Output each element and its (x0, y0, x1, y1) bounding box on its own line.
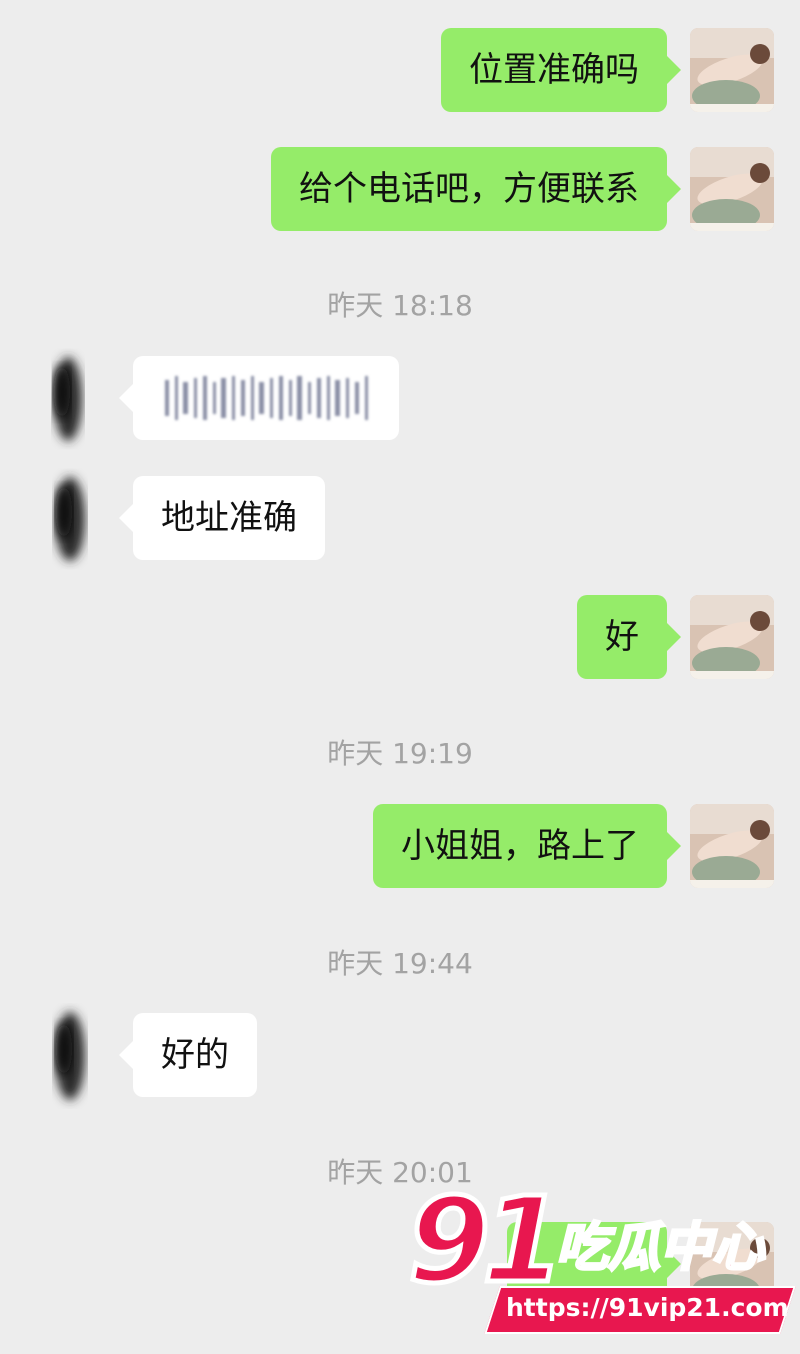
self-avatar[interactable] (690, 804, 774, 888)
blurred-avatar-icon (55, 477, 85, 561)
timestamp: 昨天 18:18 (327, 289, 473, 322)
timestamp: 昨天 19:19 (327, 737, 473, 770)
message-text: 好的 (161, 1035, 229, 1075)
self-avatar[interactable] (690, 28, 774, 112)
message-bubble-incoming[interactable]: 地址准确 (119, 476, 325, 560)
photo-avatar-icon (690, 595, 774, 679)
chat-window: 位置准确吗 给个电话吧，方便联系 昨天 18:18 地址准确 好 昨天 19:1… (0, 0, 800, 1354)
message-bubble-outgoing[interactable]: 小姐姐，路上了 (373, 804, 681, 888)
photo-avatar-icon (690, 147, 774, 231)
contact-avatar[interactable] (30, 464, 114, 574)
message-bubble-incoming[interactable]: 好的 (119, 1013, 257, 1097)
message-text: 小姐姐，路上了 (401, 826, 639, 866)
contact-avatar[interactable] (30, 1001, 114, 1111)
site-watermark: 91 吃瓜中心 https://91vip21.com (400, 1171, 800, 1354)
message-text: 位置准确吗 (469, 50, 639, 90)
message-bubble-incoming[interactable] (119, 356, 399, 440)
watermark-url: https://91vip21.com (506, 1293, 789, 1322)
self-avatar[interactable] (690, 147, 774, 231)
contact-avatar[interactable] (30, 344, 114, 454)
blurred-avatar-icon (55, 1012, 85, 1100)
self-avatar[interactable] (690, 595, 774, 679)
photo-avatar-icon (690, 804, 774, 888)
message-text: 给个电话吧，方便联系 (299, 169, 639, 209)
message-bubble-outgoing[interactable]: 位置准确吗 (441, 28, 681, 112)
redacted-content-icon (165, 376, 368, 420)
photo-avatar-icon (690, 28, 774, 112)
watermark-name: 吃瓜中心 (554, 1217, 765, 1280)
blurred-avatar-icon (54, 357, 82, 441)
message-bubble-outgoing[interactable]: 给个电话吧，方便联系 (271, 147, 681, 231)
watermark-number: 91 (405, 1171, 566, 1309)
message-bubble-outgoing[interactable]: 好 (577, 595, 681, 679)
message-text: 地址准确 (161, 498, 297, 538)
message-text: 好 (605, 617, 639, 657)
timestamp: 昨天 19:44 (327, 947, 473, 980)
